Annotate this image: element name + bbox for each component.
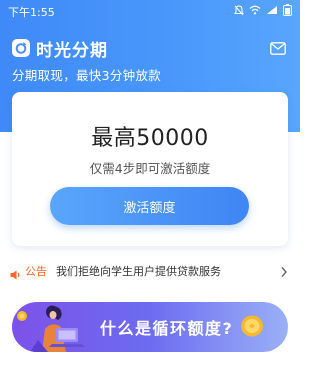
header-tagline: 分期取现，最快3分钟放款	[12, 68, 162, 83]
app-name: 时光分期	[36, 40, 108, 61]
steps-note: 仅需4步即可激活额度	[89, 161, 211, 176]
person-laptop-illustration	[12, 302, 96, 352]
mail-icon[interactable]	[270, 40, 286, 59]
notice-text: 我们拒绝向学生用户提供贷款服务	[56, 265, 221, 278]
notice-label: 公告	[25, 265, 47, 278]
revolving-credit-banner[interactable]: 什么是循环额度?	[12, 302, 288, 352]
notice-bar[interactable]: 公告 我们拒绝向学生用户提供贷款服务	[0, 259, 300, 281]
max-amount: 最高50000	[91, 126, 209, 151]
coin-icon	[240, 314, 264, 342]
signal-icon	[266, 5, 278, 15]
wifi-icon	[249, 5, 261, 15]
status-bar: 下午1:55	[0, 0, 300, 20]
credit-limit-card: 最高50000 仅需4步即可激活额度 激活额度	[12, 92, 288, 246]
speaker-icon	[10, 265, 21, 284]
bell-off-icon	[234, 4, 244, 16]
battery-icon	[283, 4, 292, 16]
chevron-right-icon	[280, 263, 288, 282]
app-logo: 时光分期	[12, 38, 108, 61]
app-logo-icon	[12, 39, 30, 57]
status-icons	[234, 4, 292, 16]
activate-limit-button[interactable]: 激活额度	[50, 187, 249, 225]
status-time: 下午1:55	[8, 6, 55, 19]
promo-text: 什么是循环额度?	[100, 319, 234, 338]
